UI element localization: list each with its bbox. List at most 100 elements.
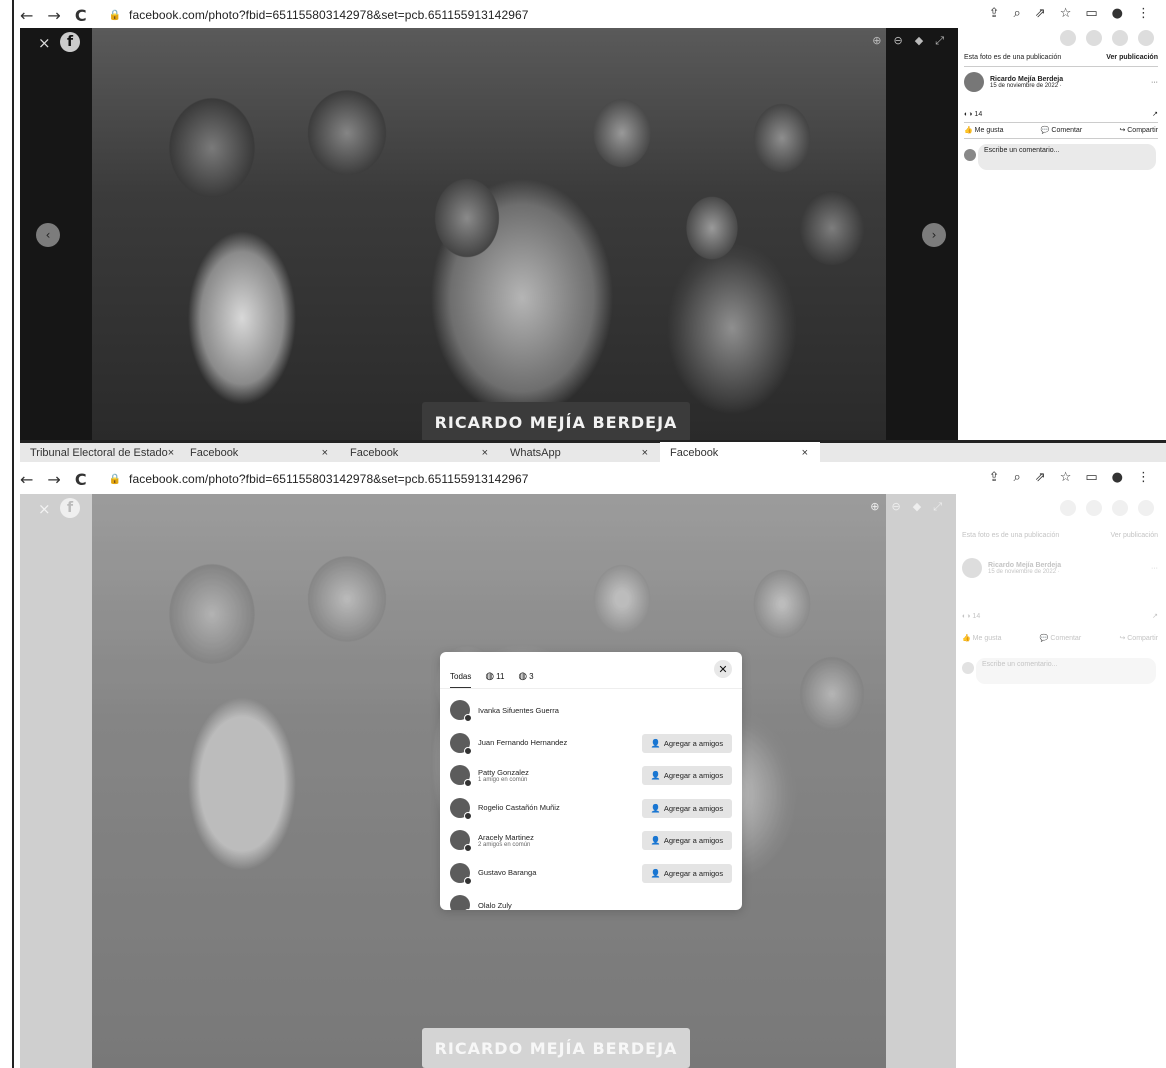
- bookmark-star-icon[interactable]: ☆: [1060, 470, 1072, 485]
- bookmark-star-icon[interactable]: ☆: [1060, 6, 1072, 21]
- url-text[interactable]: facebook.com/photo?fbid=651155803142978&…: [129, 472, 529, 486]
- zoom-out-icon[interactable]: ⊖: [894, 34, 903, 48]
- zoom-icon[interactable]: ⌕: [1014, 6, 1021, 21]
- sidepanel-icon[interactable]: ▭: [1085, 6, 1097, 21]
- reload-icon[interactable]: C: [75, 470, 87, 489]
- tag-icon[interactable]: ◆: [913, 500, 921, 514]
- add-friend-button[interactable]: 👤 Agregar a amigos: [642, 798, 732, 818]
- person-name[interactable]: Gustavo Baranga: [478, 868, 536, 877]
- comment-button[interactable]: 💬 Comentar: [1040, 634, 1081, 642]
- view-post-link[interactable]: Ver publicación: [1106, 54, 1158, 61]
- forward-icon[interactable]: →: [47, 6, 60, 25]
- share-icon[interactable]: ⇗: [1035, 470, 1046, 485]
- add-friend-button[interactable]: 👤 Agregar a amigos: [642, 733, 732, 753]
- like-button[interactable]: 👍 Me gusta: [962, 634, 1001, 642]
- person-name[interactable]: Aracely Martinez: [478, 833, 534, 842]
- poster-date[interactable]: 15 de noviembre de 2022 ·: [988, 569, 1061, 575]
- like-button[interactable]: 👍 Me gusta: [964, 126, 1003, 134]
- back-icon[interactable]: ←: [20, 6, 33, 25]
- lock-icon[interactable]: 🔒: [109, 10, 121, 21]
- avatar[interactable]: [450, 732, 472, 755]
- person-name[interactable]: Patty Gonzalez: [478, 768, 529, 777]
- tab-close-icon[interactable]: ×: [802, 447, 808, 459]
- browser-tab-active[interactable]: Facebook ×: [660, 441, 820, 464]
- close-icon[interactable]: ×: [38, 34, 51, 52]
- reactions-summary[interactable]: ◐◑ 14: [962, 613, 980, 620]
- reactions-summary[interactable]: ◐◑ 14: [964, 111, 982, 118]
- profile-icon[interactable]: ●: [1112, 470, 1123, 485]
- messenger-icon[interactable]: [1086, 500, 1102, 516]
- more-options-icon[interactable]: ···: [1151, 79, 1158, 86]
- browser-tab[interactable]: Tribunal Electoral de Estado ×: [20, 447, 180, 459]
- poster-avatar[interactable]: [964, 72, 984, 92]
- sidepanel-icon[interactable]: ▭: [1085, 470, 1097, 485]
- poster-name[interactable]: Ricardo Mejía Berdeja: [990, 76, 1063, 83]
- share-button[interactable]: ↪ Compartir: [1119, 634, 1158, 642]
- add-friend-button[interactable]: 👤 Agregar a amigos: [642, 766, 732, 785]
- avatar[interactable]: [450, 895, 472, 910]
- tab-close-icon[interactable]: ×: [642, 447, 648, 459]
- poster-name[interactable]: Ricardo Mejía Berdeja: [988, 562, 1061, 569]
- add-friend-button[interactable]: 👤 Agregar a amigos: [642, 831, 732, 850]
- tab-love[interactable]: ◍ 3: [518, 671, 533, 682]
- avatar[interactable]: [450, 830, 472, 853]
- person-name[interactable]: Ivanka Sifuentes Guerra: [478, 706, 559, 715]
- zoom-in-icon[interactable]: ⊕: [870, 500, 879, 514]
- browser-tab[interactable]: Facebook ×: [180, 447, 340, 459]
- fullscreen-icon[interactable]: ⤢: [933, 500, 942, 514]
- shares-icon[interactable]: ↗: [1152, 612, 1158, 620]
- tab-close-icon[interactable]: ×: [168, 447, 174, 459]
- menu-icon[interactable]: ⋮: [1137, 470, 1150, 485]
- poster-date[interactable]: 15 de noviembre de 2022 ·: [990, 83, 1063, 89]
- comment-button[interactable]: 💬 Comentar: [1041, 126, 1082, 134]
- add-friend-button[interactable]: 👤 Agregar a amigos: [642, 863, 732, 883]
- zoom-in-icon[interactable]: ⊕: [872, 34, 881, 48]
- comment-input[interactable]: Escribe un comentario...: [978, 144, 1156, 170]
- account-avatar[interactable]: [1138, 30, 1154, 46]
- person-name[interactable]: Juan Fernando Hernandez: [478, 738, 567, 747]
- tab-like[interactable]: ◍ 11: [485, 671, 504, 682]
- avatar[interactable]: [450, 700, 472, 723]
- install-icon[interactable]: ⇪: [989, 470, 1000, 485]
- facebook-logo-icon[interactable]: f: [60, 32, 80, 52]
- share-button[interactable]: ↪ Compartir: [1119, 126, 1158, 134]
- shares-icon[interactable]: ↗: [1152, 110, 1158, 118]
- view-post-link[interactable]: Ver publicación: [1111, 532, 1158, 539]
- menu-grid-icon[interactable]: [1060, 500, 1076, 516]
- poster-avatar[interactable]: [962, 558, 982, 578]
- person-name[interactable]: Rogelio Castañón Muñiz: [478, 803, 560, 812]
- forward-icon[interactable]: →: [47, 470, 60, 489]
- facebook-logo-icon[interactable]: f: [60, 498, 80, 518]
- back-icon[interactable]: ←: [20, 470, 33, 489]
- next-photo-button[interactable]: ›: [922, 223, 946, 247]
- zoom-icon[interactable]: ⌕: [1014, 470, 1021, 485]
- close-icon[interactable]: ×: [38, 500, 51, 518]
- reload-icon[interactable]: C: [75, 6, 87, 25]
- tag-icon[interactable]: ◆: [915, 34, 923, 48]
- dialog-close-button[interactable]: ✕: [714, 660, 732, 678]
- share-icon[interactable]: ⇗: [1035, 6, 1046, 21]
- browser-tab[interactable]: WhatsApp ×: [500, 447, 660, 459]
- tab-all[interactable]: Todas: [450, 672, 472, 689]
- url-text[interactable]: facebook.com/photo?fbid=651155803142978&…: [129, 8, 529, 22]
- comment-input[interactable]: Escribe un comentario...: [976, 658, 1156, 684]
- avatar[interactable]: [450, 797, 472, 820]
- zoom-out-icon[interactable]: ⊖: [892, 500, 901, 514]
- menu-grid-icon[interactable]: [1060, 30, 1076, 46]
- avatar[interactable]: [450, 862, 472, 885]
- avatar[interactable]: [450, 765, 472, 788]
- profile-icon[interactable]: ●: [1112, 6, 1123, 21]
- fullscreen-icon[interactable]: ⤢: [935, 34, 944, 48]
- messenger-icon[interactable]: [1086, 30, 1102, 46]
- install-icon[interactable]: ⇪: [989, 6, 1000, 21]
- notifications-icon[interactable]: [1112, 500, 1128, 516]
- tab-close-icon[interactable]: ×: [482, 447, 488, 459]
- previous-photo-button[interactable]: ‹: [36, 223, 60, 247]
- person-name[interactable]: Olalo Zuly: [478, 901, 512, 910]
- menu-icon[interactable]: ⋮: [1137, 6, 1150, 21]
- lock-icon[interactable]: 🔒: [109, 474, 121, 485]
- account-avatar[interactable]: [1138, 500, 1154, 516]
- browser-tab[interactable]: Facebook ×: [340, 447, 500, 459]
- notifications-icon[interactable]: [1112, 30, 1128, 46]
- more-options-icon[interactable]: ···: [1151, 565, 1158, 572]
